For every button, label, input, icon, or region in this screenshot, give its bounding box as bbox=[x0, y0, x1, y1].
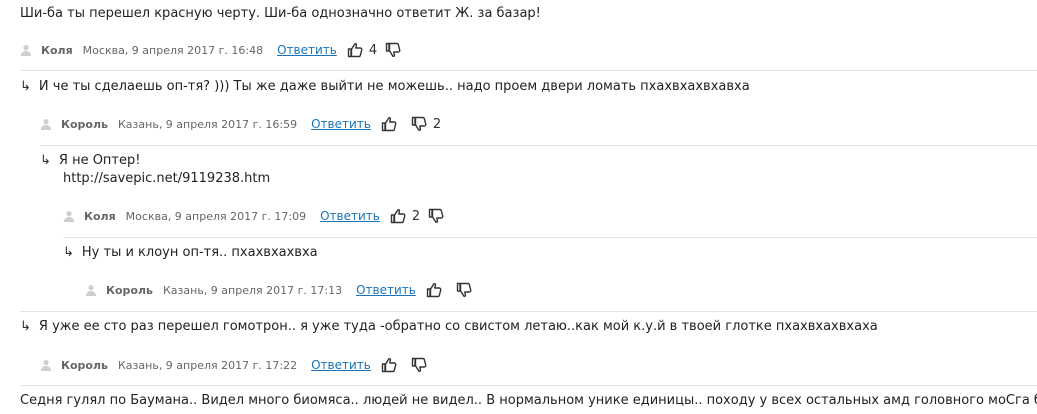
like-button[interactable] bbox=[381, 116, 411, 132]
comment-meta: Король Казань, 9 апреля 2017 г. 17:22 От… bbox=[40, 355, 441, 375]
thumbs-down-icon bbox=[411, 357, 427, 373]
comment-author[interactable]: Коля bbox=[41, 44, 73, 57]
comment-text: Я уже ее сто раз перешел гомотрон.. я уж… bbox=[38, 319, 878, 334]
comment-text-row: ↳ Я не Оптер! bbox=[40, 152, 1037, 170]
comment-date: Казань, 9 апреля 2017 г. 17:13 bbox=[163, 283, 343, 297]
reply-arrow-icon: ↳ bbox=[40, 153, 51, 168]
reply-button[interactable]: Ответить bbox=[356, 283, 416, 297]
user-icon bbox=[40, 118, 52, 130]
comment-text: Ну ты и клоун оп-тя.. пхахвхахвха bbox=[81, 245, 318, 260]
comment-author[interactable]: Король bbox=[61, 359, 108, 372]
comment-text: И че ты сделаешь оп-тя? ))) Ты же даже в… bbox=[38, 79, 750, 94]
separator bbox=[63, 237, 1037, 238]
separator bbox=[20, 385, 1037, 386]
dislike-button[interactable] bbox=[456, 282, 486, 298]
comment-meta: Коля Москва, 9 апреля 2017 г. 16:48 Отве… bbox=[20, 40, 415, 60]
dislike-button[interactable] bbox=[385, 42, 415, 58]
comment-date: Казань, 9 апреля 2017 г. 16:59 bbox=[118, 117, 298, 131]
like-button[interactable] bbox=[381, 357, 411, 373]
reply-button[interactable]: Ответить bbox=[320, 209, 380, 223]
user-icon bbox=[20, 44, 32, 56]
comment-meta: Коля Москва, 9 апреля 2017 г. 17:09 Отве… bbox=[63, 206, 458, 226]
comment-date: Москва, 9 апреля 2017 г. 17:09 bbox=[125, 209, 307, 223]
comment-meta: Король Казань, 9 апреля 2017 г. 17:13 От… bbox=[85, 280, 486, 300]
comment-author[interactable]: Король bbox=[106, 284, 153, 297]
reply-button[interactable]: Ответить bbox=[277, 43, 337, 57]
separator bbox=[20, 311, 1037, 312]
separator bbox=[40, 145, 1037, 146]
comment-text-row: ↳ Я уже ее сто раз перешел гомотрон.. я у… bbox=[20, 318, 1037, 336]
reply-arrow-icon: ↳ bbox=[20, 79, 31, 94]
comment-text-row: ↳ Ну ты и клоун оп-тя.. пхахвхахвха bbox=[63, 244, 1037, 262]
comment-date: Москва, 9 апреля 2017 г. 16:48 bbox=[82, 43, 264, 57]
reply-button[interactable]: Ответить bbox=[311, 117, 371, 131]
comment-text-row: ↳ И че ты сделаешь оп-тя? ))) Ты же даже … bbox=[20, 78, 1037, 96]
like-button[interactable] bbox=[426, 282, 456, 298]
thumbs-down-icon bbox=[411, 116, 427, 132]
user-icon bbox=[40, 359, 52, 371]
dislike-count: 2 bbox=[432, 116, 442, 132]
comment-meta: Король Казань, 9 апреля 2017 г. 16:59 От… bbox=[40, 114, 449, 134]
reply-arrow-icon: ↳ bbox=[63, 245, 74, 260]
comment-text: Я не Оптер! bbox=[58, 153, 141, 168]
thumbs-down-icon bbox=[428, 208, 444, 224]
dislike-button[interactable] bbox=[428, 208, 458, 224]
separator bbox=[20, 70, 1037, 71]
comment-author[interactable]: Король bbox=[61, 118, 108, 131]
like-button[interactable]: 4 bbox=[347, 42, 385, 58]
reply-arrow-icon: ↳ bbox=[20, 319, 31, 334]
like-count: 4 bbox=[368, 42, 378, 58]
comment-link[interactable]: http://savepic.net/9119238.htm bbox=[63, 170, 1037, 188]
thumbs-up-icon bbox=[381, 357, 397, 373]
comment-author[interactable]: Коля bbox=[84, 210, 116, 223]
user-icon bbox=[63, 210, 75, 222]
comment-text: Седня гулял по Баумана.. Видел много био… bbox=[20, 393, 1037, 408]
reply-button[interactable]: Ответить bbox=[311, 358, 371, 372]
like-count: 2 bbox=[411, 208, 421, 224]
dislike-button[interactable]: 2 bbox=[411, 116, 449, 132]
comment-date: Казань, 9 апреля 2017 г. 17:22 bbox=[118, 358, 298, 372]
thumbs-up-icon bbox=[390, 208, 406, 224]
thumbs-down-icon bbox=[456, 282, 472, 298]
like-button[interactable]: 2 bbox=[390, 208, 428, 224]
dislike-button[interactable] bbox=[411, 357, 441, 373]
thumbs-up-icon bbox=[381, 116, 397, 132]
thumbs-up-icon bbox=[347, 42, 363, 58]
comment-text: Ши-ба ты перешел красную черту. Ши-ба од… bbox=[20, 6, 541, 21]
thumbs-down-icon bbox=[385, 42, 401, 58]
user-icon bbox=[85, 284, 97, 296]
thumbs-up-icon bbox=[426, 282, 442, 298]
